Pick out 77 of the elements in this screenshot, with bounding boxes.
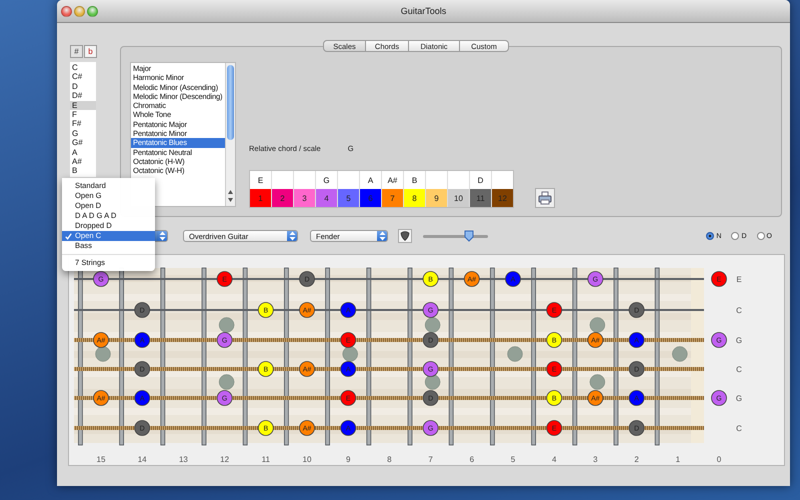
note-label: A	[368, 176, 374, 184]
fret-number: 7	[428, 455, 433, 464]
inlay-dot	[590, 374, 606, 390]
pick-button[interactable]	[398, 229, 412, 243]
fret-number: 12	[220, 455, 230, 464]
inlay-dot	[424, 374, 440, 390]
window-title: GuitarTools	[400, 6, 446, 16]
string-tuning-label: C	[736, 424, 742, 433]
key-item[interactable]: G#	[70, 138, 96, 148]
fret-number: 14	[138, 455, 147, 464]
fret-number: 10	[302, 455, 312, 464]
string-tuning-label: C	[736, 365, 742, 374]
color-swatch[interactable]: 9	[426, 189, 447, 207]
key-item[interactable]: D#	[70, 91, 96, 101]
inlay-dot	[218, 374, 234, 390]
fret-number: 9	[346, 455, 350, 464]
check-icon	[65, 233, 72, 240]
fret-number: 15	[96, 455, 106, 464]
fret-number: 2	[634, 455, 639, 464]
key-item[interactable]: B	[70, 166, 96, 176]
key-item[interactable]: F	[70, 110, 96, 120]
key-item[interactable]: D	[70, 82, 96, 92]
scrollbar[interactable]	[225, 63, 235, 206]
string-tuning-label: E	[736, 275, 742, 284]
slider-thumb[interactable]	[464, 230, 474, 242]
note-label: G	[323, 176, 330, 184]
note-label: A#	[388, 176, 398, 184]
stepper-icon	[288, 230, 296, 242]
fret-number: 4	[552, 455, 556, 464]
fret-number: 0	[716, 455, 722, 464]
scroll-arrows-icon[interactable]	[226, 188, 235, 204]
note-label: D	[478, 176, 484, 184]
inlay-dot	[218, 317, 234, 333]
guitar-pick-icon	[400, 231, 410, 241]
key-item[interactable]: C	[70, 63, 96, 72]
note-label: B	[412, 176, 418, 184]
inlay-dot	[424, 317, 440, 333]
color-swatch[interactable]: 5	[338, 189, 359, 207]
color-swatch[interactable]: 7	[382, 189, 403, 207]
note-label: E	[258, 176, 264, 184]
stepper-icon	[158, 230, 166, 242]
color-swatch[interactable]: 8	[404, 189, 425, 207]
volume-slider[interactable]	[423, 230, 488, 242]
fret-number: 11	[262, 455, 270, 464]
string-tuning-label: C	[736, 306, 742, 315]
fret-number: 5	[510, 455, 516, 464]
key-item[interactable]: A	[70, 148, 96, 157]
printer-icon	[538, 191, 552, 205]
color-swatch[interactable]: 10	[448, 189, 469, 207]
key-item[interactable]: E	[70, 100, 96, 110]
color-swatch[interactable]: 2	[272, 189, 293, 207]
fret-number: 13	[178, 455, 188, 464]
key-item[interactable]: F#	[70, 119, 96, 129]
color-swatch[interactable]: 4	[316, 189, 337, 207]
fret-number: 6	[470, 455, 474, 464]
stepper-icon	[378, 230, 386, 242]
print-button[interactable]	[535, 188, 555, 208]
color-swatch[interactable]: 1	[250, 189, 271, 207]
inlay-dot	[507, 346, 523, 362]
accidental-toggle[interactable]: b	[84, 45, 97, 58]
key-item[interactable]: A#	[70, 156, 96, 166]
close-button[interactable]	[61, 6, 72, 16]
zoom-button[interactable]	[87, 6, 98, 16]
key-item[interactable]: C#	[70, 72, 96, 82]
accidental-toggle[interactable]: #	[70, 45, 83, 58]
inlay-dot	[590, 317, 606, 333]
fret-number: 1	[676, 455, 680, 464]
string-tuning-label: G	[736, 394, 742, 403]
fret-number: 3	[593, 455, 598, 464]
minimize-button[interactable]	[74, 6, 85, 16]
color-swatch[interactable]: 3	[294, 189, 315, 207]
inlay-dot	[342, 346, 358, 362]
key-item[interactable]: G	[70, 128, 96, 138]
inlay-dot	[95, 346, 111, 362]
string-tuning-label: G	[736, 336, 742, 345]
inlay-dot	[672, 346, 688, 362]
fret-number: 8	[387, 455, 392, 464]
